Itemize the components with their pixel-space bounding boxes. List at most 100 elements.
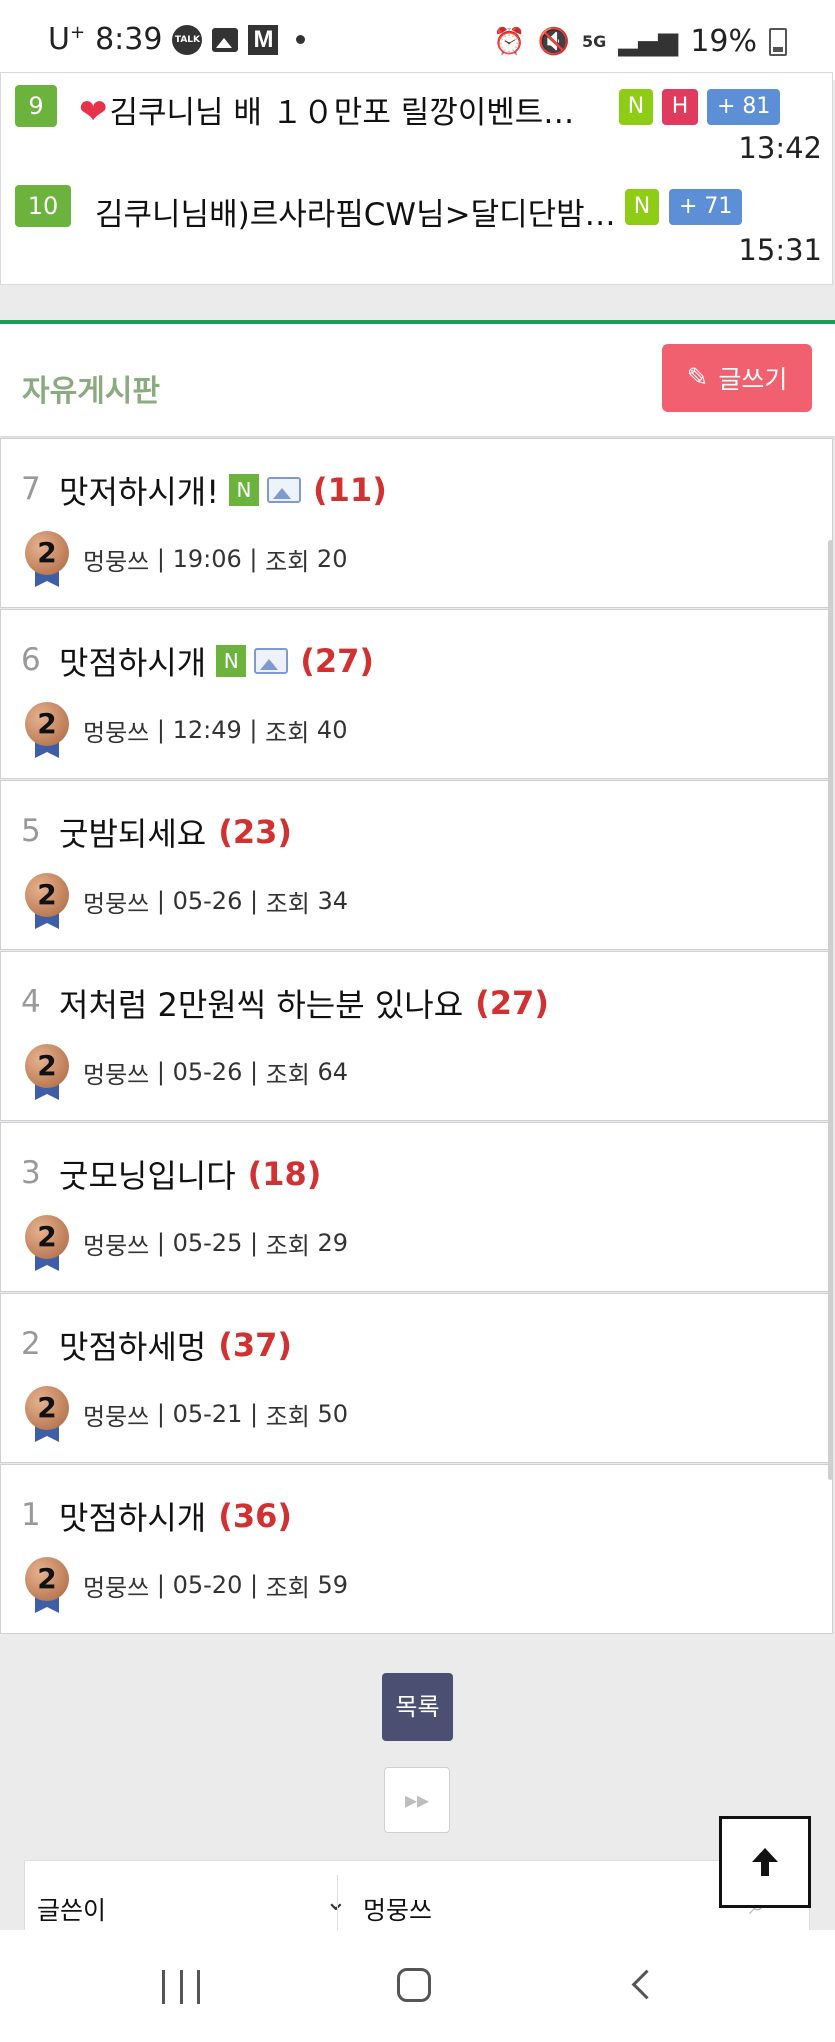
next-page-button[interactable]: ▸▸ <box>384 1767 450 1833</box>
new-badge: N <box>216 645 247 677</box>
signal-icon: ▂▄▆ <box>618 26 679 57</box>
author[interactable]: 멍뭉쓰 <box>83 542 149 577</box>
views-label: 조회 <box>265 1231 310 1260</box>
alarm-icon: ⏰ <box>493 26 526 57</box>
post-meta: 2 멍뭉쓰 | 05-21 | 조회 50 <box>25 1386 348 1442</box>
author[interactable]: 멍뭉쓰 <box>83 884 149 919</box>
clock: 8:39 <box>95 22 163 57</box>
arrow-up-icon <box>752 1848 778 1876</box>
comment-count: (37) <box>218 1326 292 1364</box>
post-number: 7 <box>21 471 41 507</box>
author[interactable]: 멍뭉쓰 <box>83 1226 149 1261</box>
post-number: 6 <box>21 642 41 678</box>
level-medal-icon: 2 <box>25 1215 69 1271</box>
mute-icon: 🔇 <box>537 26 571 57</box>
list-item[interactable]: 7 맛저하시개! N (11) 2 멍뭉쓰 | 19:06 | 조회 20 <box>0 438 833 608</box>
scroll-to-top-button[interactable] <box>719 1816 811 1908</box>
post-time: 13:42 <box>738 131 822 165</box>
back-icon[interactable] <box>631 1969 662 2000</box>
hot-badge: H <box>662 89 698 125</box>
talk-notification-icon: TALK <box>172 24 203 55</box>
author[interactable]: 멍뭉쓰 <box>83 713 149 748</box>
search-field-select[interactable]: 글쓴이 <box>37 1891 106 1927</box>
level-medal-icon: 2 <box>25 1044 69 1100</box>
home-icon[interactable] <box>397 1968 431 2002</box>
view-count: 50 <box>317 1400 349 1428</box>
post-title[interactable]: 굿밤되세요 (23) <box>59 809 292 855</box>
comment-count: (11) <box>313 471 387 509</box>
new-badge: N <box>619 89 653 125</box>
new-badge: N <box>625 189 659 225</box>
search-input[interactable]: 멍뭉쓰 <box>363 1891 432 1927</box>
battery-percent: 19% <box>690 24 757 59</box>
view-count: 64 <box>317 1058 349 1086</box>
post-number: 2 <box>21 1326 41 1362</box>
post-number: 4 <box>21 984 41 1020</box>
popular-post-title[interactable]: 김쿠니님배)르사라핌CW님>달디단밤… <box>95 189 616 234</box>
level-medal-icon: 2 <box>25 1557 69 1613</box>
comment-count: (27) <box>300 642 374 680</box>
list-item[interactable]: 3 굿모닝입니다 (18) 2 멍뭉쓰 | 05-25 | 조회 29 <box>0 1122 833 1292</box>
comment-count-badge: + 71 <box>669 189 743 225</box>
post-title[interactable]: 맛점하시개 (36) <box>59 1493 292 1539</box>
post-date: 05-21 <box>172 1400 243 1428</box>
more-notifications-dot-icon <box>296 35 306 44</box>
board-header: 자유게시판 ✎ 글쓰기 <box>0 324 835 437</box>
post-date: 19:06 <box>172 545 242 573</box>
post-date: 05-26 <box>172 1058 243 1086</box>
new-badge: N <box>229 474 260 506</box>
chevron-down-icon[interactable]: ⌄ <box>325 1887 347 1917</box>
list-item[interactable]: 6 맛점하시개 N (27) 2 멍뭉쓰 | 12:49 | 조회 40 <box>0 609 833 779</box>
status-right: ⏰ 🔇 5G ▂▄▆ 19% <box>493 24 787 59</box>
author[interactable]: 멍뭉쓰 <box>83 1055 149 1090</box>
author[interactable]: 멍뭉쓰 <box>83 1568 149 1603</box>
comment-count: (36) <box>218 1497 292 1535</box>
comment-count: (18) <box>247 1155 322 1193</box>
comment-count: (27) <box>475 984 549 1022</box>
list-item[interactable]: 5 굿밤되세요 (23) 2 멍뭉쓰 | 05-26 | 조회 34 <box>0 780 833 950</box>
post-meta: 2 멍뭉쓰 | 19:06 | 조회 20 <box>25 531 347 587</box>
recent-apps-icon[interactable] <box>162 1970 200 2004</box>
gallery-notification-icon <box>212 27 239 52</box>
views-label: 조회 <box>265 1060 310 1089</box>
views-label: 조회 <box>265 889 310 918</box>
scrollbar[interactable] <box>828 540 833 1480</box>
post-title[interactable]: 굿모닝입니다 (18) <box>59 1151 321 1197</box>
network-5g-icon: 5G <box>582 32 607 51</box>
popular-post-row[interactable]: 9 ❤김쿠니님 배 １０만포 릴깡이벤트… N H + 81 13:42 <box>1 73 835 183</box>
rank-badge: 10 <box>15 185 71 227</box>
post-number: 1 <box>21 1497 41 1533</box>
status-bar: U+ 8:39 TALK M ⏰ 🔇 5G ▂▄▆ 19% <box>0 0 835 80</box>
status-left: U+ 8:39 TALK M <box>48 22 306 57</box>
post-time: 15:31 <box>738 233 822 267</box>
view-count: 29 <box>317 1229 349 1257</box>
views-label: 조회 <box>265 1402 310 1431</box>
image-attachment-icon <box>267 477 302 503</box>
carrier-label: U+ <box>48 22 86 57</box>
popular-post-title[interactable]: ❤김쿠니님 배 １０만포 릴깡이벤트… <box>79 87 574 132</box>
comment-count: (23) <box>218 813 292 851</box>
view-count: 20 <box>316 545 348 573</box>
gmail-notification-icon: M <box>248 24 279 55</box>
views-label: 조회 <box>265 1573 310 1602</box>
battery-icon <box>769 27 787 56</box>
list-item[interactable]: 4 저처럼 2만원씩 하는분 있나요 (27) 2 멍뭉쓰 | 05-26 | … <box>0 951 833 1121</box>
popular-post-row[interactable]: 10 김쿠니님배)르사라핌CW님>달디단밤… N + 71 15:31 <box>1 181 835 291</box>
list-button[interactable]: 목록 <box>382 1673 453 1741</box>
post-title[interactable]: 저처럼 2만원씩 하는분 있나요 (27) <box>59 980 549 1026</box>
views-label: 조회 <box>265 718 310 747</box>
system-nav-bar <box>0 1930 835 2042</box>
post-date: 05-20 <box>172 1571 243 1599</box>
post-list: 7 맛저하시개! N (11) 2 멍뭉쓰 | 19:06 | 조회 20 6 … <box>0 438 835 1635</box>
views-label: 조회 <box>265 547 310 576</box>
write-button[interactable]: ✎ 글쓰기 <box>662 344 812 412</box>
post-title[interactable]: 맛점하시개 N (27) <box>59 638 374 684</box>
author[interactable]: 멍뭉쓰 <box>83 1397 149 1432</box>
list-item[interactable]: 2 맛점하세멍 (37) 2 멍뭉쓰 | 05-21 | 조회 50 <box>0 1293 833 1463</box>
post-title[interactable]: 맛저하시개! N (11) <box>59 467 387 513</box>
post-title[interactable]: 맛점하세멍 (37) <box>59 1322 292 1368</box>
write-button-label: 글쓰기 <box>718 365 788 394</box>
list-item[interactable]: 1 맛점하시개 (36) 2 멍뭉쓰 | 05-20 | 조회 59 <box>0 1464 833 1634</box>
view-count: 59 <box>317 1571 349 1599</box>
popular-posts-card: 9 ❤김쿠니님 배 １０만포 릴깡이벤트… N H + 81 13:42 10 … <box>0 72 833 285</box>
